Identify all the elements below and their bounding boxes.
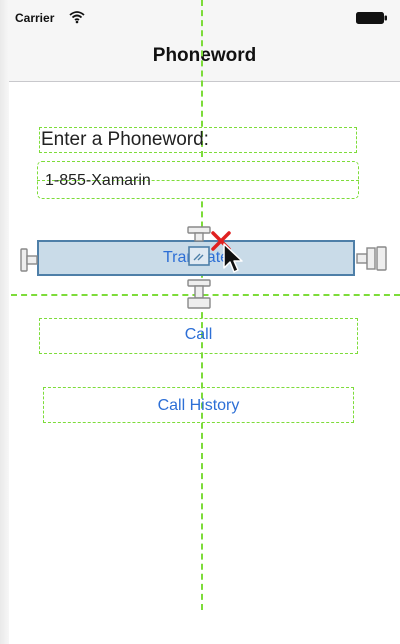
phoneword-label[interactable]: Enter a Phoneword:	[41, 129, 209, 151]
call-button-label[interactable]: Call	[39, 326, 358, 344]
window-edge	[0, 0, 9, 644]
resize-handle-icon[interactable]	[356, 246, 388, 272]
phoneword-input-value[interactable]: 1-855-Xamarin	[45, 172, 151, 190]
wifi-icon	[69, 11, 85, 24]
carrier-label: Carrier	[15, 11, 55, 25]
page-title: Phoneword	[152, 45, 257, 66]
status-bar: Carrier	[9, 0, 400, 36]
battery-icon	[356, 12, 387, 24]
ios-designer-surface: Carrier Phoneword Enter a Phoneword: 1-8…	[0, 0, 400, 644]
cursor-icon	[223, 243, 243, 273]
resize-handle-icon[interactable]	[187, 279, 211, 311]
resize-handle-icon[interactable]	[20, 248, 38, 272]
call-history-button-label[interactable]: Call History	[43, 397, 354, 415]
navigation-bar: Phoneword	[9, 36, 400, 82]
anchor-handle-icon[interactable]	[188, 246, 210, 266]
resize-handle-icon[interactable]	[187, 226, 211, 246]
